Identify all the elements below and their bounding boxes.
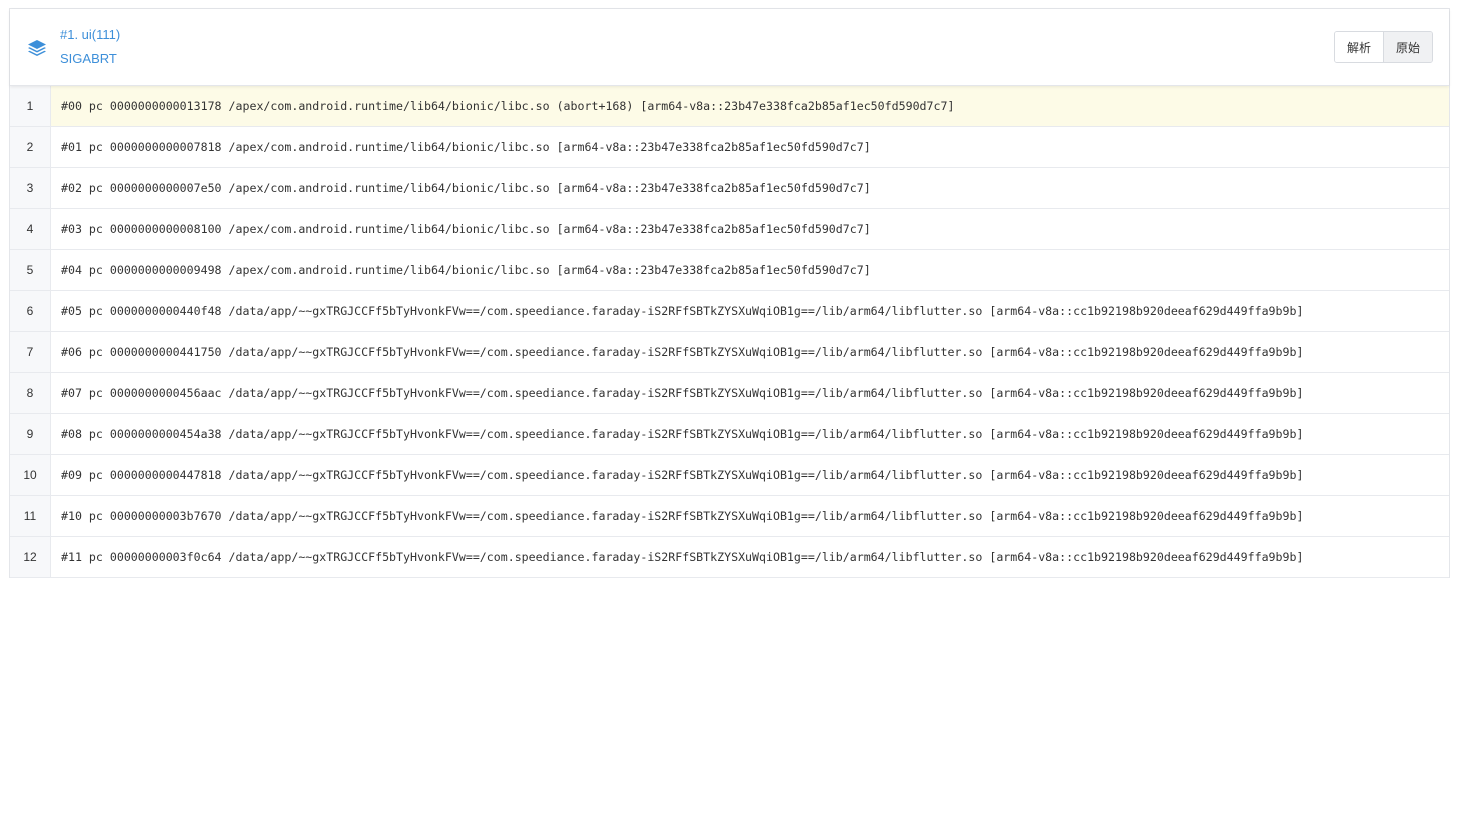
frame-text: #10 pc 00000000003b7670 /data/app/~~gxTR… — [61, 509, 1304, 523]
thread-title: #1. ui(111) — [60, 27, 121, 42]
table-row[interactable]: 7 #06 pc 0000000000441750 /data/app/~~gxT… — [10, 332, 1449, 373]
frame-text: #01 pc 0000000000007818 /apex/com.androi… — [61, 140, 871, 154]
frame-text: #05 pc 0000000000440f48 /data/app/~~gxTR… — [61, 304, 1304, 318]
line-number: 9 — [10, 414, 51, 454]
line-number: 2 — [10, 127, 51, 167]
frame-text: #09 pc 0000000000447818 /data/app/~~gxTR… — [61, 468, 1304, 482]
line-number: 5 — [10, 250, 51, 290]
layers-icon — [28, 40, 46, 56]
line-number: 3 — [10, 168, 51, 208]
table-row[interactable]: 12 #11 pc 00000000003f0c64 /data/app/~~gx… — [10, 537, 1449, 578]
line-number: 12 — [10, 537, 51, 577]
frame-text: #06 pc 0000000000441750 /data/app/~~gxTR… — [61, 345, 1304, 359]
table-row[interactable]: 9 #08 pc 0000000000454a38 /data/app/~~gxT… — [10, 414, 1449, 455]
frame-list: 1 #00 pc 0000000000013178 /apex/com.andro… — [10, 86, 1449, 578]
frame-text: #02 pc 0000000000007e50 /apex/com.androi… — [61, 181, 871, 195]
frame-text: #04 pc 0000000000009498 /apex/com.androi… — [61, 263, 871, 277]
line-number: 10 — [10, 455, 51, 495]
table-row[interactable]: 3 #02 pc 0000000000007e50 /apex/com.andro… — [10, 168, 1449, 209]
table-row[interactable]: 5 #04 pc 0000000000009498 /apex/com.andro… — [10, 250, 1449, 291]
frame-text: #07 pc 0000000000456aac /data/app/~~gxTR… — [61, 386, 1304, 400]
line-number: 8 — [10, 373, 51, 413]
line-number: 4 — [10, 209, 51, 249]
line-number: 11 — [10, 496, 51, 536]
frame-text: #00 pc 0000000000013178 /apex/com.androi… — [51, 86, 1449, 126]
table-row[interactable]: 2 #01 pc 0000000000007818 /apex/com.andro… — [10, 127, 1449, 168]
thread-signal: SIGABRT — [60, 51, 117, 66]
line-number: 7 — [10, 332, 51, 372]
frame-text: #11 pc 00000000003f0c64 /data/app/~~gxTR… — [61, 550, 1304, 564]
table-row[interactable]: 11 #10 pc 00000000003b7670 /data/app/~~gx… — [10, 496, 1449, 537]
table-row[interactable]: 4 #03 pc 0000000000008100 /apex/com.andro… — [10, 209, 1449, 250]
table-row[interactable]: 6 #05 pc 0000000000440f48 /data/app/~~gxT… — [10, 291, 1449, 332]
parsed-view-button[interactable]: 解析 — [1335, 32, 1383, 62]
line-number: 6 — [10, 291, 51, 331]
thread-header: #1. ui(111) SIGABRT 解析 原始 — [10, 9, 1449, 86]
view-toggle: 解析 原始 — [1334, 31, 1433, 63]
table-row[interactable]: 10 #09 pc 0000000000447818 /data/app/~~gx… — [10, 455, 1449, 496]
table-row[interactable]: 8 #07 pc 0000000000456aac /data/app/~~gxT… — [10, 373, 1449, 414]
raw-view-button[interactable]: 原始 — [1383, 32, 1432, 62]
frame-text: #08 pc 0000000000454a38 /data/app/~~gxTR… — [61, 427, 1304, 441]
frame-text: #03 pc 0000000000008100 /apex/com.androi… — [61, 222, 871, 236]
stack-trace-card: #1. ui(111) SIGABRT 解析 原始 1 #00 pc 000000… — [9, 8, 1450, 578]
line-number: 1 — [10, 86, 51, 126]
table-row[interactable]: 1 #00 pc 0000000000013178 /apex/com.andro… — [10, 86, 1449, 127]
